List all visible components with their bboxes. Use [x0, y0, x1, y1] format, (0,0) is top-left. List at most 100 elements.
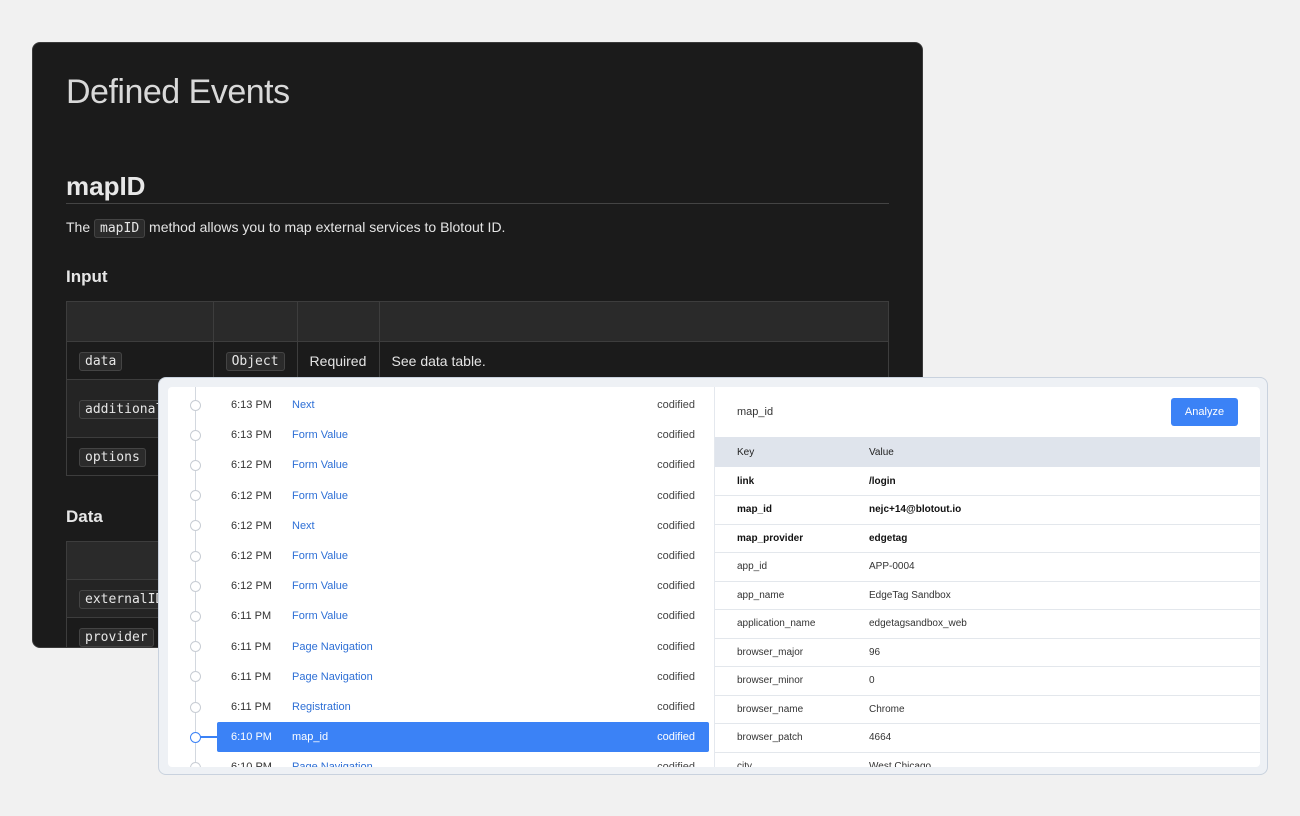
analyze-button[interactable]: Analyze	[1171, 398, 1238, 426]
event-status: codified	[657, 731, 695, 744]
property-key: map_id	[715, 495, 869, 525]
event-name-link[interactable]: Form Value	[292, 550, 348, 562]
input-table-header	[66, 301, 890, 342]
event-row[interactable]: 6:12 PM Form Value codified	[168, 481, 714, 511]
timeline-dot-icon	[190, 490, 201, 502]
event-status: codified	[657, 670, 695, 683]
event-row[interactable]: 6:11 PM Page Navigation codified	[168, 662, 714, 692]
event-status: codified	[657, 580, 695, 593]
properties-table: Key Value link/login map_id nejc+14@blotou…	[715, 437, 1260, 767]
property-value: edgetag	[869, 524, 1260, 553]
param-name: data	[79, 352, 123, 371]
timeline-connector	[200, 736, 218, 738]
timeline-dot-icon	[190, 399, 201, 411]
event-row[interactable]: 6:10 PM map_id codified	[168, 722, 714, 753]
event-status: codified	[657, 701, 695, 713]
event-name-link[interactable]: Page Navigation	[292, 671, 373, 683]
event-name-link[interactable]: Registration	[292, 701, 351, 713]
event-row[interactable]: 6:11 PM Form Value codified	[168, 601, 714, 631]
event-status: codified	[657, 489, 695, 502]
detail-header: map_id Analyze	[715, 387, 1260, 437]
event-row[interactable]: 6:11 PM Page Navigation codified	[168, 632, 714, 662]
property-key: application_name	[715, 609, 869, 639]
event-name-link[interactable]: Next	[292, 520, 315, 532]
description-prefix: The	[66, 219, 91, 235]
event-name-link[interactable]: Next	[292, 399, 315, 411]
property-key: map_provider	[715, 524, 869, 553]
event-name-link[interactable]: map_id	[292, 731, 328, 743]
data-field-name: provider	[79, 628, 154, 647]
event-time: 6:10 PM	[231, 761, 272, 767]
event-time: 6:13 PM	[231, 399, 272, 411]
event-time: 6:11 PM	[231, 701, 272, 713]
event-name-link[interactable]: Form Value	[292, 459, 348, 471]
param-required: Required	[296, 341, 380, 380]
event-row[interactable]: 6:12 PM Form Value codified	[168, 450, 714, 480]
property-value: West Chicago	[869, 752, 1260, 767]
timeline-dot-icon	[190, 610, 201, 622]
event-name-link[interactable]: Form Value	[292, 580, 348, 592]
property-key: browser_major	[715, 638, 869, 667]
timeline-dot-icon	[190, 580, 201, 592]
property-key: app_id	[715, 552, 869, 582]
event-time: 6:13 PM	[231, 429, 272, 442]
event-inner: 6:13 PM Next codified 6:13 PM Form Value codi…	[168, 387, 1260, 767]
property-row: browser_patch 4664	[715, 723, 1260, 753]
table-row: data Object Required See data table.	[66, 341, 890, 380]
property-value: EdgeTag Sandbox	[869, 581, 1260, 610]
event-timeline[interactable]: 6:13 PM Next codified 6:13 PM Form Value codi…	[168, 387, 715, 767]
event-name-link[interactable]: Page Navigation	[292, 641, 373, 653]
selected-highlight	[217, 722, 709, 753]
property-value: /login	[869, 467, 1260, 496]
property-key: city	[715, 752, 869, 767]
property-row: app_id APP-0004	[715, 552, 1260, 582]
event-status: codified	[657, 429, 695, 442]
event-row[interactable]: 6:12 PM Form Value codified	[168, 541, 714, 571]
event-row[interactable]: 6:10 PM Page Navigation codified	[168, 752, 714, 767]
timeline-dot-icon	[190, 429, 201, 441]
input-heading: Input	[66, 267, 108, 286]
property-row: map_provider edgetag	[715, 524, 1260, 553]
event-row[interactable]: 6:11 PM Registration codified	[168, 692, 714, 722]
event-time: 6:11 PM	[231, 670, 272, 683]
event-panel: 6:13 PM Next codified 6:13 PM Form Value codi…	[158, 377, 1268, 775]
event-row[interactable]: 6:12 PM Next codified	[168, 511, 714, 541]
timeline-dot-icon	[190, 761, 201, 767]
param-name: options	[79, 448, 146, 467]
section-description: The mapID method allows you to map exter…	[66, 219, 505, 238]
section-title: mapID	[66, 171, 146, 201]
event-status: codified	[657, 640, 695, 653]
event-name-link[interactable]: Form Value	[292, 610, 348, 622]
event-row[interactable]: 6:12 PM Form Value codified	[168, 571, 714, 601]
event-time: 6:12 PM	[231, 489, 272, 502]
event-status: codified	[657, 761, 695, 767]
property-value: 4664	[869, 723, 1260, 753]
detail-title: map_id	[737, 406, 774, 418]
property-key: browser_name	[715, 695, 869, 724]
timeline-dot-icon	[190, 520, 201, 532]
event-name-link[interactable]: Form Value	[292, 429, 348, 441]
property-row: map_id nejc+14@blotout.io	[715, 495, 1260, 525]
property-row: city West Chicago	[715, 752, 1260, 767]
event-row[interactable]: 6:13 PM Next codified	[168, 390, 714, 420]
timeline-dot-icon	[190, 671, 201, 683]
event-status: codified	[657, 610, 695, 623]
property-value: APP-0004	[869, 552, 1260, 582]
event-name-link[interactable]: Form Value	[292, 490, 348, 502]
section-divider	[66, 203, 889, 204]
property-row: browser_minor 0	[715, 666, 1260, 696]
event-name-link[interactable]: Page Navigation	[292, 761, 373, 767]
property-value: 0	[869, 666, 1260, 696]
event-time: 6:12 PM	[231, 459, 272, 472]
timeline-dot-icon	[190, 731, 201, 743]
property-value: 96	[869, 638, 1260, 667]
data-field-name: externalID	[79, 590, 170, 609]
event-row[interactable]: 6:13 PM Form Value codified	[168, 420, 714, 450]
property-row: browser_name Chrome	[715, 695, 1260, 724]
property-value: nejc+14@blotout.io	[869, 495, 1260, 525]
property-row: application_name edgetagsandbox_web	[715, 609, 1260, 639]
event-time: 6:12 PM	[231, 580, 272, 593]
description-code: mapID	[94, 219, 146, 238]
event-time: 6:11 PM	[231, 610, 272, 623]
property-row: app_name EdgeTag Sandbox	[715, 581, 1260, 610]
